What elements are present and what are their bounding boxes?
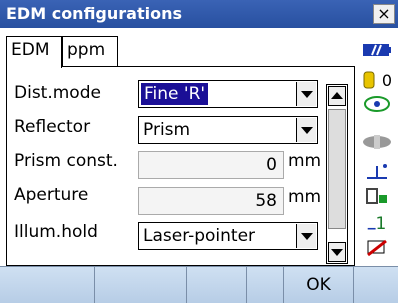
- softkey-bar: OK: [0, 266, 398, 303]
- softkey-1[interactable]: [0, 267, 95, 303]
- number-icon[interactable]: ▁ 1: [361, 212, 393, 236]
- prism-const-unit: mm: [288, 151, 322, 171]
- chevron-down-icon[interactable]: [296, 224, 316, 248]
- prism-const-label: Prism const.: [14, 151, 118, 171]
- instrument-icon[interactable]: [361, 186, 393, 210]
- aperture-field[interactable]: 58: [138, 187, 284, 215]
- battery-icon[interactable]: [361, 38, 393, 62]
- aperture-label: Aperture: [14, 185, 89, 205]
- window-title: EDM configurations: [6, 4, 182, 23]
- softkey-4[interactable]: [247, 267, 284, 303]
- aperture-unit: mm: [288, 187, 322, 207]
- reflector-label: Reflector: [14, 117, 91, 137]
- scroll-thumb[interactable]: [328, 109, 346, 229]
- laser-icon[interactable]: [361, 92, 393, 116]
- softkey-6[interactable]: [354, 267, 398, 303]
- status-text: 0: [381, 70, 393, 90]
- scroll-down-icon[interactable]: [328, 242, 346, 262]
- dist-mode-label: Dist.mode: [14, 83, 101, 103]
- tab-edm[interactable]: EDM: [6, 36, 62, 68]
- reflector-select[interactable]: Prism: [138, 116, 318, 144]
- prism-const-value: 0: [266, 155, 277, 175]
- status-sidebar: 0 ▁ 1: [357, 28, 398, 266]
- aperture-value: 58: [255, 191, 277, 211]
- close-button[interactable]: ×: [373, 4, 395, 24]
- illum-hold-value: Laser-pointer: [143, 226, 256, 246]
- reflector-status-icon[interactable]: 0: [361, 68, 393, 92]
- title-bar: EDM configurations ×: [0, 0, 398, 28]
- dist-mode-value: Fine 'R': [141, 83, 209, 105]
- illum-hold-label: Illum.hold: [14, 222, 98, 242]
- chevron-down-icon[interactable]: [296, 118, 316, 142]
- softkey-3[interactable]: [187, 267, 247, 303]
- illum-hold-select[interactable]: Laser-pointer: [138, 222, 318, 250]
- softkey-2[interactable]: [95, 267, 187, 303]
- target-height-icon[interactable]: [361, 158, 393, 182]
- tab-ppm[interactable]: ppm: [62, 36, 118, 66]
- vertical-scrollbar[interactable]: [326, 84, 348, 264]
- ok-button[interactable]: OK: [284, 267, 354, 303]
- status-number: 1: [375, 214, 387, 234]
- tilt-icon[interactable]: [361, 130, 393, 154]
- scroll-up-icon[interactable]: [328, 86, 346, 106]
- no-edit-icon[interactable]: [361, 236, 393, 260]
- reflector-value: Prism: [143, 120, 191, 140]
- prism-const-field[interactable]: 0: [138, 151, 284, 179]
- dist-mode-select[interactable]: Fine 'R': [138, 80, 318, 108]
- chevron-down-icon[interactable]: [296, 82, 316, 106]
